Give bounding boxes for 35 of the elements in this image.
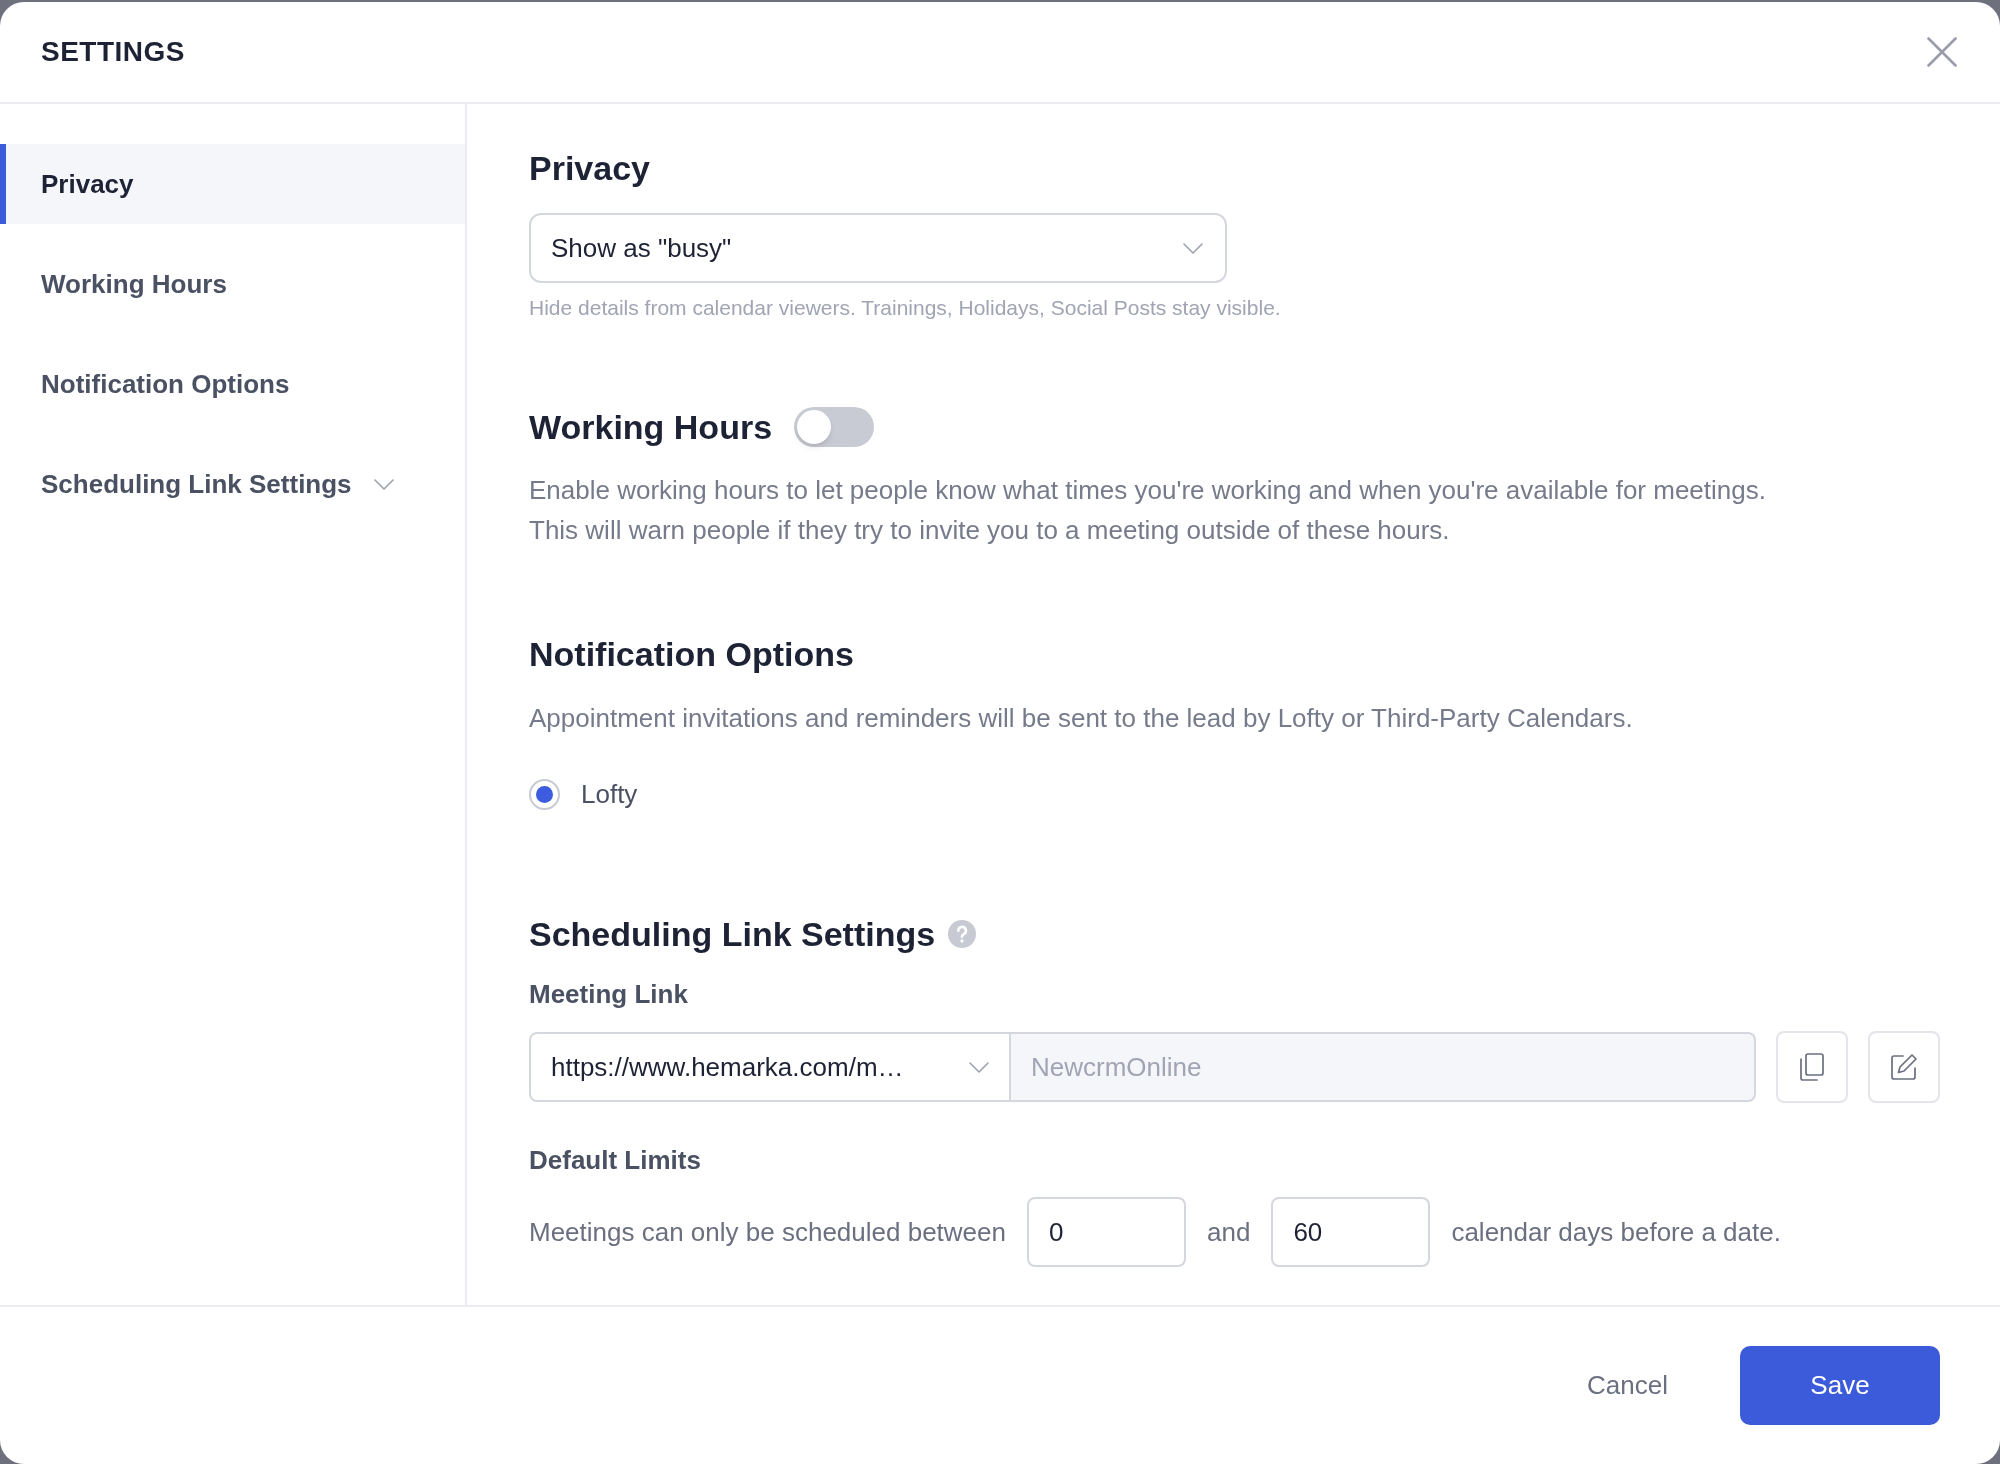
limit-text: Meetings can only be scheduled between — [529, 1215, 1006, 1249]
sidebar-item[interactable]: Privacy — [0, 144, 465, 224]
copy-icon — [1800, 1053, 1824, 1081]
field-label: Default Limits — [529, 1144, 701, 1177]
days-input[interactable]: 60 — [1271, 1197, 1431, 1267]
dialog-title: SETTINGS — [41, 35, 185, 69]
help-icon — [948, 920, 977, 948]
limit-text: and — [1206, 1215, 1252, 1249]
radio-button[interactable] — [529, 778, 560, 810]
days-input[interactable]: 0 — [1027, 1197, 1186, 1267]
hint-text: Hide details from calendar viewers. Trainings, Holidays, Social Posts stay visible. — [529, 295, 1281, 321]
limit-text: calendar days before a date. — [1450, 1215, 1781, 1249]
link-domain-select[interactable]: https://www.hemarka.com/m… — [529, 1032, 1011, 1102]
description-text: Enable working hours to let people know what times you're working and when you're available for meetings. This will warn people if they try to invite you to a meeting outside of these hours. — [529, 474, 1767, 547]
edit-icon — [1890, 1053, 1918, 1081]
section-heading: Notification Options — [529, 634, 854, 674]
section-heading: Privacy — [529, 148, 650, 188]
chevron-down-icon — [373, 478, 394, 490]
sidebar-item[interactable]: Scheduling Link Settings — [0, 444, 465, 524]
description-text: Appointment invitations and reminders will be sent to the lead by Lofty or Third-Party Calendars. — [529, 702, 1633, 735]
field-label: Meeting Link — [529, 978, 688, 1011]
sidebar-item[interactable]: Working Hours — [0, 244, 465, 324]
chevron-down-icon — [969, 1061, 989, 1073]
section-heading: Scheduling Link Settings — [529, 914, 936, 954]
privacy-select[interactable]: Show as "busy" — [529, 213, 1227, 283]
section-heading: Working Hours — [529, 407, 773, 447]
copy-button[interactable] — [1776, 1031, 1848, 1103]
sidebar-item[interactable]: Notification Options — [0, 344, 465, 424]
chevron-down-icon — [1183, 242, 1203, 254]
close-button[interactable] — [1926, 36, 1958, 68]
save-button[interactable]: Save — [1740, 1346, 1940, 1425]
close-icon — [1927, 37, 1957, 67]
radio-label: Lofty — [581, 777, 638, 811]
toggle-switch[interactable] — [794, 407, 875, 447]
edit-button[interactable] — [1868, 1031, 1940, 1103]
